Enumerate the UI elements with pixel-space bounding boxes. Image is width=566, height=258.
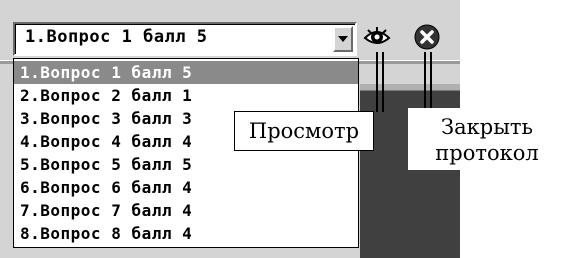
divider [360, 84, 460, 91]
eye-icon [363, 27, 391, 44]
callout-leader [430, 52, 432, 110]
list-item[interactable]: 8.Вопрос 8 балл 4 [14, 222, 358, 245]
chevron-down-icon [338, 36, 348, 42]
callout-leader [382, 52, 384, 112]
callout-leader [424, 52, 426, 110]
close-callout: Закрыть протокол [408, 108, 566, 170]
list-item[interactable]: 5.Вопрос 5 балл 5 [14, 153, 358, 176]
dropdown-button[interactable] [333, 26, 353, 52]
list-item[interactable]: 2.Вопрос 2 балл 1 [14, 84, 358, 107]
question-select-value: 1.Вопрос 1 балл 5 [25, 27, 208, 47]
close-icon [414, 24, 440, 50]
view-callout: Просмотр [234, 111, 374, 151]
list-item[interactable]: 7.Вопрос 7 балл 4 [14, 199, 358, 222]
view-button[interactable] [362, 22, 392, 52]
close-callout-line2: протокол [435, 141, 539, 165]
close-protocol-button[interactable] [412, 22, 442, 52]
callout-leader [376, 52, 378, 112]
list-item[interactable]: 1.Вопрос 1 балл 5 [14, 61, 358, 84]
question-dropdown-list: 1.Вопрос 1 балл 5 2.Вопрос 2 балл 1 3.Во… [13, 58, 359, 248]
question-select[interactable]: 1.Вопрос 1 балл 5 [13, 22, 357, 56]
list-item[interactable]: 6.Вопрос 6 балл 4 [14, 176, 358, 199]
close-callout-line1: Закрыть [441, 115, 533, 139]
